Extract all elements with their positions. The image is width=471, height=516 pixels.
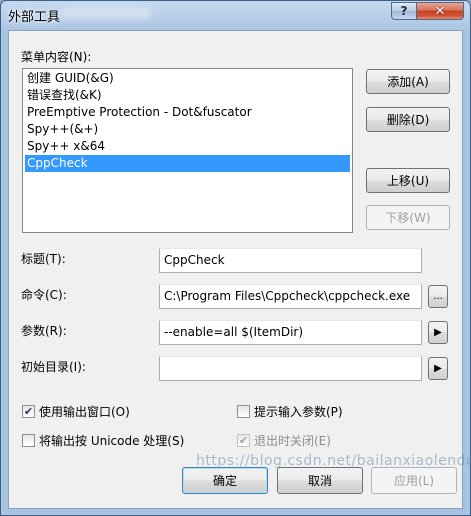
window-title: 外部工具 [8,10,61,25]
delete-button[interactable]: 删除(D) [366,107,450,132]
external-tools-dialog: 外部工具 ? ✕ 菜单内容(N): 创建 GUID(&G) 错误查找(&K) P… [0,0,471,516]
move-down-button[interactable]: 下移(W) [366,205,450,230]
prompt-arguments-label: 提示输入参数(P) [254,405,343,419]
list-item-cppcheck[interactable]: CppCheck [25,155,350,172]
menu-contents-list[interactable]: 创建 GUID(&G) 错误查找(&K) PreEmptive Protecti… [22,68,353,233]
treat-output-unicode-checkbox[interactable]: 将输出按 Unicode 处理(S) [22,432,184,449]
initial-directory-label: 初始目录(I): [21,360,86,374]
add-button[interactable]: 添加(A) [366,69,450,94]
triangle-right-icon: ▶ [434,363,442,374]
apply-button[interactable]: 应用(L) [371,467,457,494]
browse-command-button[interactable]: ... [428,285,448,308]
triangle-right-icon: ▶ [434,327,442,338]
list-item-dotfuscator[interactable]: PreEmptive Protection - Dot&fuscator [25,104,350,121]
watermark-text: https://blog.csdn.net/bailanxiaolendu [196,453,471,469]
command-input[interactable]: C:\Program Files\Cppcheck\cppcheck.exe [159,284,422,309]
empty-checkbox-icon [237,405,250,418]
use-output-window-checkbox[interactable]: ✔ 使用输出窗口(O) [22,403,130,420]
list-item-spy[interactable]: Spy++(&+) [25,121,350,138]
move-up-button[interactable]: 上移(U) [366,168,450,193]
title-bar-glass-highlight [61,7,151,19]
close-icon: ✕ [434,3,446,19]
close-button[interactable]: ✕ [416,2,464,20]
checkmark-icon: ✔ [22,405,35,418]
initial-directory-input[interactable] [159,356,422,381]
prompt-arguments-checkbox[interactable]: 提示输入参数(P) [237,403,343,420]
initial-directory-menu-button[interactable]: ▶ [428,357,448,380]
list-item-error-lookup[interactable]: 错误查找(&K) [25,87,350,104]
close-on-exit-checkbox[interactable]: ✔ 退出时关闭(E) [237,432,331,449]
title-bar[interactable]: 外部工具 ? ✕ [1,1,470,30]
list-item-spy-x64[interactable]: Spy++ x&64 [25,138,350,155]
arguments-field-label: 参数(R): [21,324,67,338]
title-input[interactable]: CppCheck [159,248,422,273]
use-output-window-label: 使用输出窗口(O) [39,405,130,419]
empty-checkbox-icon [22,434,35,447]
close-on-exit-label: 退出时关闭(E) [254,434,331,448]
ok-button[interactable]: 确定 [182,467,268,494]
cancel-button[interactable]: 取消 [277,467,363,494]
arguments-menu-button[interactable]: ▶ [428,321,448,344]
treat-output-unicode-label: 将输出按 Unicode 处理(S) [39,434,185,448]
help-button[interactable]: ? [391,2,417,20]
help-icon: ? [400,4,408,18]
dialog-client-area: 菜单内容(N): 创建 GUID(&G) 错误查找(&K) PreEmptive… [8,30,463,509]
command-field-label: 命令(C): [21,288,67,302]
checkmark-icon: ✔ [237,434,250,447]
arguments-input[interactable]: --enable=all $(ItemDir) [159,320,422,345]
menu-contents-label: 菜单内容(N): [21,50,92,64]
ellipsis-icon: ... [433,291,443,302]
title-field-label: 标题(T): [21,252,66,266]
list-item-create-guid[interactable]: 创建 GUID(&G) [25,70,350,87]
